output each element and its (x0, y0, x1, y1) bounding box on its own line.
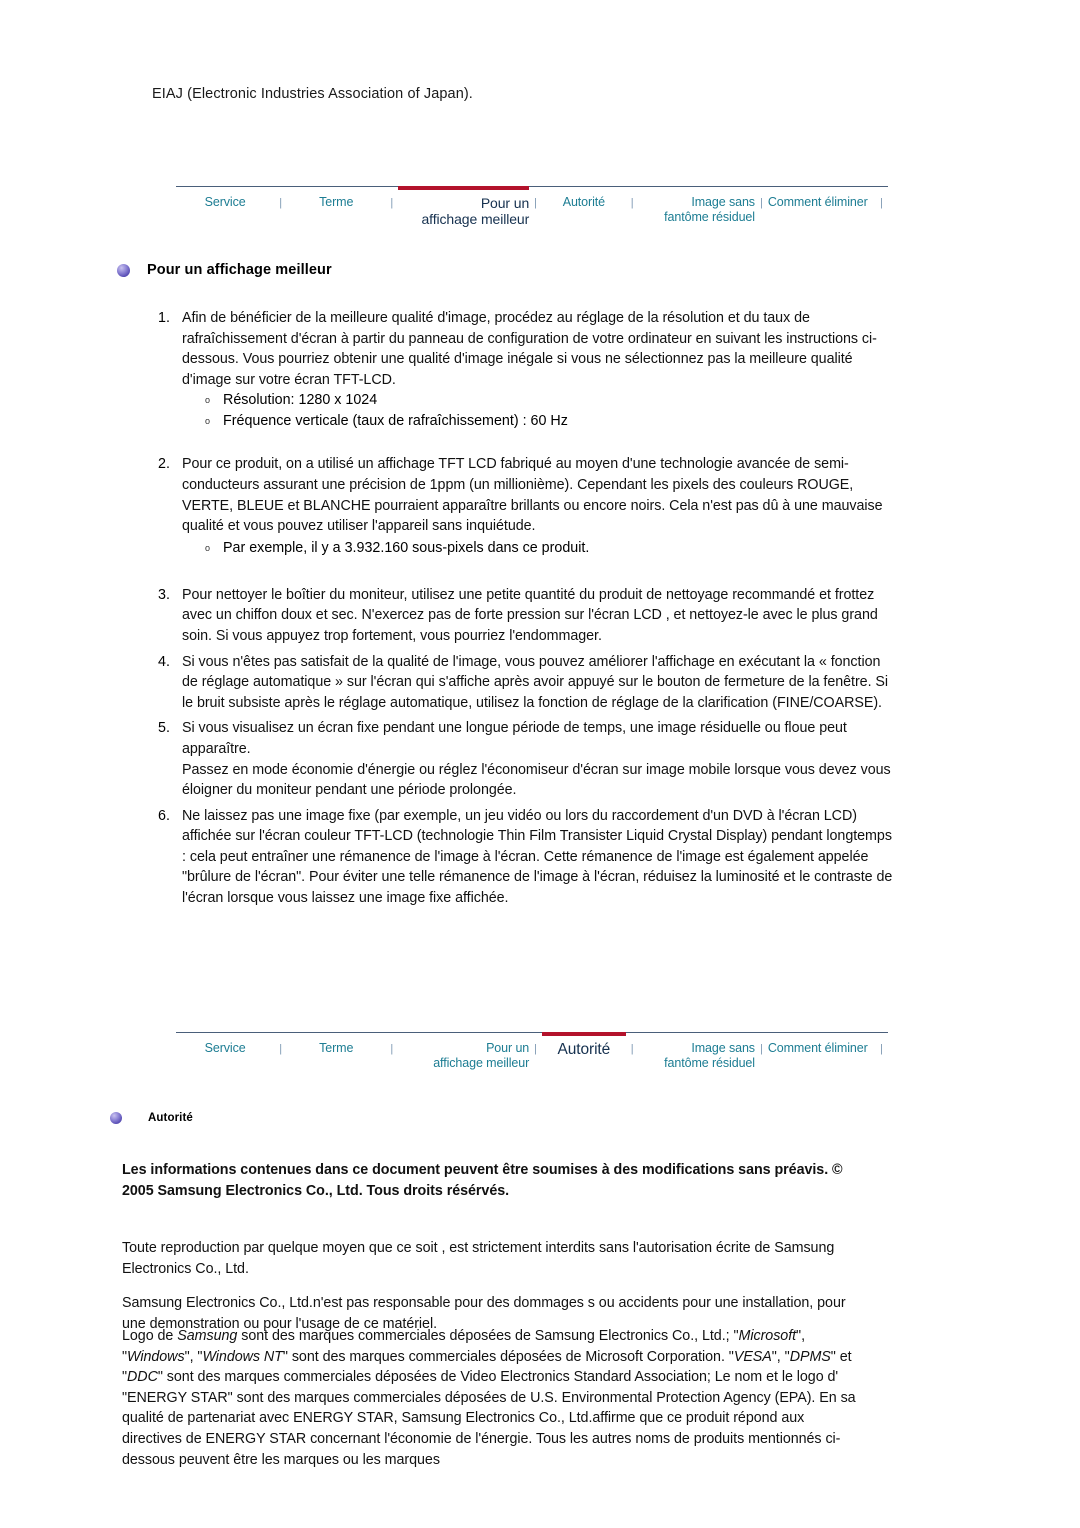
list-item-number: 6. (158, 807, 170, 824)
nav-active-indicator (542, 1032, 626, 1036)
nav-top-separator-1: | (279, 197, 283, 209)
list-item: 4. Si vous n'êtes pas satisfait de la qu… (152, 652, 894, 714)
circle-marker-icon: o (205, 395, 211, 405)
section-heading-autorite: Autorité (110, 1112, 193, 1124)
list-item: o Par exemple, il y a 3.932.160 sous-pix… (205, 538, 885, 559)
nav-top-item-autorite[interactable]: Autorité (542, 187, 626, 234)
nav-bottom-separator-3: | (534, 1043, 538, 1055)
nav-top-label-terme: Terme (319, 195, 354, 209)
nav-bottom-label-image-sans-fantome-residuel: Image sans fantôme résiduel (664, 1041, 755, 1070)
nav-bottom-item-pour-un-affichage-meilleur[interactable]: Pour un affichage meilleur (398, 1033, 529, 1080)
list-item-text: Ne laissez pas une image fixe (par exemp… (182, 807, 893, 907)
nav-bottom-separator-1: | (279, 1043, 283, 1055)
nav-bottom-label-autorite: Autorité (557, 1041, 611, 1058)
nav-bottom-item-terme[interactable]: Terme (287, 1033, 385, 1080)
circle-marker-icon: o (205, 543, 211, 553)
nav-bottom-items: Service | Terme | Pour un affichage meil… (176, 1032, 888, 1080)
nav-top-item-image-sans-fantome-residuel[interactable]: Image sans fantôme résiduel (639, 187, 755, 234)
trademark-italic-term: VESA (733, 1348, 772, 1365)
nav-top-separator-6: | (880, 197, 884, 209)
nav-top-items: Service | Terme | Pour un affichage meil… (176, 186, 888, 234)
nav-bottom-item-image-sans-fantome-residuel[interactable]: Image sans fantôme résiduel (639, 1033, 755, 1080)
nav-bottom-label-service: Service (204, 1041, 246, 1055)
nav-top-label-comment-eliminer: Comment éliminer (767, 195, 868, 209)
nav-bottom-label-comment-eliminer: Comment éliminer (767, 1041, 868, 1055)
nav-top-separator-4: | (630, 197, 634, 209)
list-item-number: 3. (158, 586, 170, 603)
list-item-text: Pour nettoyer le boîtier du moniteur, ut… (182, 586, 878, 644)
nav-bottom-item-autorite[interactable]: Autorité (542, 1032, 626, 1080)
intro-text: EIAJ (Electronic Industries Association … (152, 86, 473, 102)
list-item-number: 5. (158, 720, 170, 737)
nav-top-separator-2: | (390, 197, 394, 209)
trademark-text: ", " (771, 1348, 790, 1365)
section-nav-bottom: Service | Terme | Pour un affichage meil… (176, 1032, 888, 1080)
trademark-italic-term: Windows (127, 1348, 185, 1365)
trademark-italic-term: DPMS (789, 1348, 831, 1365)
sublist-item-text: Fréquence verticale (taux de rafraîchiss… (223, 413, 568, 429)
nav-bottom-separator-6: | (880, 1043, 884, 1055)
nav-bottom-separator-4: | (630, 1043, 634, 1055)
trademark-text: " sont des marques commerciales déposées… (122, 1369, 856, 1468)
nav-top-item-comment-eliminer[interactable]: Comment éliminer (768, 187, 875, 234)
nav-top-item-pour-un-affichage-meilleur[interactable]: Pour un affichage meilleur (398, 186, 530, 234)
nav-active-indicator (398, 186, 530, 190)
nav-top-item-service[interactable]: Service (176, 187, 274, 234)
list-item: 3. Pour nettoyer le boîtier du moniteur,… (152, 585, 894, 647)
trademark-italic-term: Microsoft (738, 1328, 797, 1344)
sphere-bullet-icon (117, 263, 130, 277)
section-nav-top: Service | Terme | Pour un affichage meil… (176, 186, 888, 234)
list-item-number: 1. (158, 310, 170, 326)
list-item-number: 4. (158, 653, 170, 670)
list-item: o Résolution: 1280 x 1024 (205, 390, 885, 411)
trademark-text: Logo de (122, 1328, 178, 1344)
sphere-bullet-icon (110, 1112, 122, 1124)
trademark-text: ", " (184, 1348, 203, 1365)
document-page: EIAJ (Electronic Industries Association … (0, 0, 1080, 1528)
nav-bottom-separator-5: | (759, 1043, 763, 1055)
nav-top-label-pour-un-affichage-meilleur: Pour un affichage meilleur (421, 195, 530, 227)
list-item-text: Pour ce produit, on a utilisé un afficha… (182, 456, 883, 535)
list-item: 1. Afin de bénéficier de la meilleure qu… (152, 308, 894, 390)
section-heading-affichage: Pour un affichage meilleur (117, 262, 332, 278)
nav-bottom-label-pour-un-affichage-meilleur: Pour un affichage meilleur (433, 1041, 530, 1070)
nav-bottom-item-service[interactable]: Service (176, 1033, 274, 1080)
authority-notice-bold: Les informations contenues dans ce docum… (122, 1162, 843, 1199)
nav-bottom-separator-2: | (390, 1043, 394, 1055)
list-item-text: Si vous visualisez un écran fixe pendant… (182, 720, 891, 799)
section-heading-affichage-label: Pour un affichage meilleur (147, 262, 332, 278)
nav-top-separator-3: | (534, 197, 538, 209)
list-item-text: Si vous n'êtes pas satisfait de la quali… (182, 653, 889, 711)
nav-bottom-label-terme: Terme (319, 1041, 354, 1055)
circle-marker-icon: o (205, 416, 211, 426)
nav-bottom-item-comment-eliminer[interactable]: Comment éliminer (768, 1033, 875, 1080)
trademark-italic-term: DDC (127, 1369, 158, 1386)
nav-top-label-autorite: Autorité (562, 195, 605, 209)
authority-paragraph-reproduction: Toute reproduction par quelque moyen que… (122, 1240, 835, 1277)
nav-top-label-service: Service (204, 195, 246, 209)
sublist-item-text: Par exemple, il y a 3.932.160 sous-pixel… (223, 540, 590, 556)
section-heading-autorite-label: Autorité (148, 1112, 193, 1124)
authority-paragraph-trademarks: Logo de Samsung sont des marques commerc… (122, 1326, 862, 1470)
list-item: o Fréquence verticale (taux de rafraîchi… (205, 411, 885, 432)
trademark-text: sont des marques commerciales déposées d… (237, 1328, 739, 1344)
trademark-italic-term: Windows NT (202, 1348, 283, 1365)
list-item-text: Afin de bénéficier de la meilleure quali… (182, 310, 877, 388)
affichage-sublist-resolution: o Résolution: 1280 x 1024 o Fréquence ve… (205, 390, 885, 432)
sublist-item-text: Résolution: 1280 x 1024 (223, 392, 378, 408)
list-item: 5. Si vous visualisez un écran fixe pend… (152, 718, 894, 800)
nav-top-separator-5: | (759, 197, 763, 209)
nav-top-item-terme[interactable]: Terme (287, 187, 385, 234)
affichage-sublist-subpixels: o Par exemple, il y a 3.932.160 sous-pix… (205, 538, 885, 559)
nav-top-label-image-sans-fantome-residuel: Image sans fantôme résiduel (664, 195, 755, 224)
list-item-number: 2. (158, 456, 170, 473)
trademark-italic-term: Samsung (177, 1328, 238, 1344)
list-item: 6. Ne laissez pas une image fixe (par ex… (152, 806, 894, 909)
list-item: 2. Pour ce produit, on a utilisé un affi… (152, 454, 894, 536)
trademark-text: " sont des marques commerciales déposées… (282, 1348, 734, 1365)
